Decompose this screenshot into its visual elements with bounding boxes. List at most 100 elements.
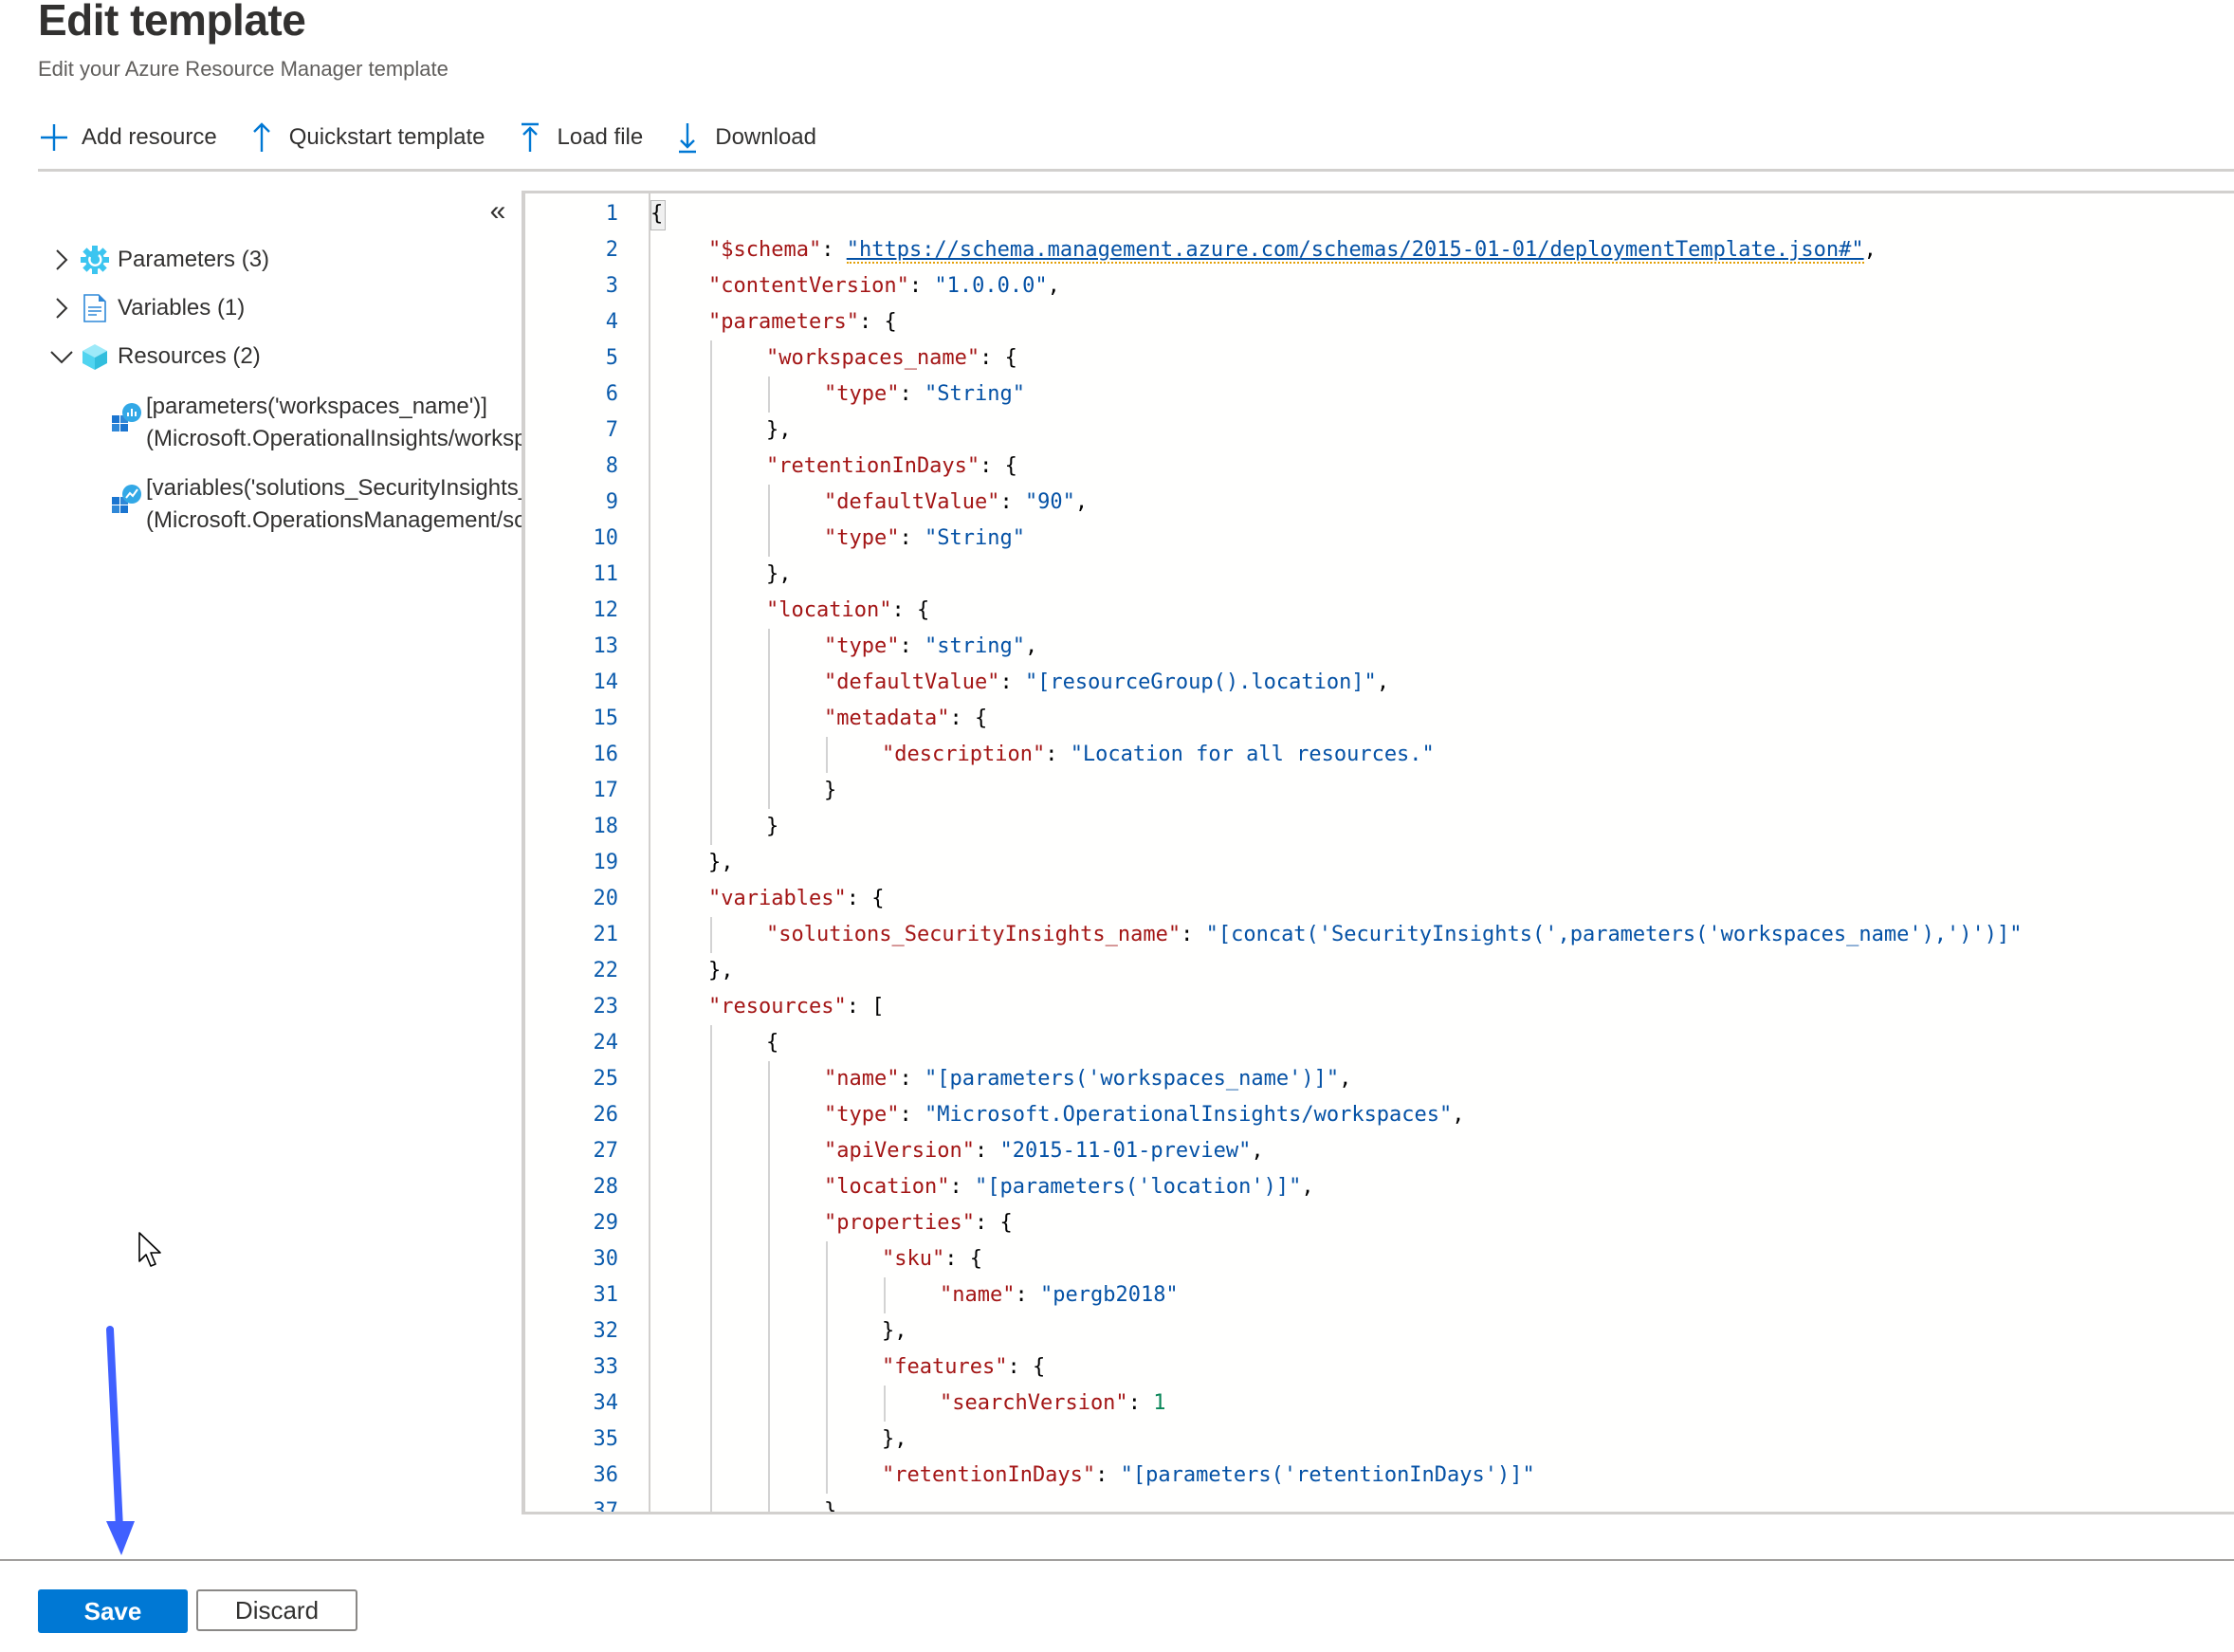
json-key: "parameters" (708, 310, 859, 334)
collapse-sidebar-button[interactable]: « (482, 195, 514, 228)
code-line[interactable]: "solutions_SecurityInsights_name": "[con… (766, 917, 2023, 953)
code-line[interactable]: }, (882, 1313, 907, 1349)
json-punctuation: : (999, 490, 1025, 514)
code-line[interactable]: "type": "string", (824, 629, 1037, 665)
discard-button[interactable]: Discard (196, 1589, 357, 1631)
code-line[interactable]: "apiVersion": "2015-11-01-preview", (824, 1133, 1264, 1169)
line-number: 34 (593, 1391, 619, 1415)
line-number: 18 (593, 815, 619, 838)
code-line[interactable]: "type": "String" (824, 521, 1025, 557)
code-line[interactable]: { (766, 1025, 778, 1061)
code-line[interactable]: "contentVersion": "1.0.0.0", (708, 268, 1060, 304)
json-punctuation: : (974, 1139, 1000, 1163)
code-line[interactable]: "properties": { (824, 1205, 1013, 1241)
line-number: 30 (593, 1247, 619, 1271)
code-line[interactable]: "parameters": { (708, 304, 897, 340)
resource-item-workspace[interactable]: [parameters('workspaces_name')] (Microso… (110, 391, 522, 457)
code-line[interactable]: "variables": { (708, 881, 884, 917)
indent-guide (826, 1241, 828, 1494)
json-punctuation: } (824, 1499, 837, 1514)
code-line[interactable]: "defaultValue": "90", (824, 485, 1088, 521)
chevron-right-icon[interactable] (47, 246, 76, 274)
tree-node-variables[interactable]: Variables (1) (47, 293, 245, 323)
indent-guide (884, 1277, 886, 1313)
resource-item-solution[interactable]: [variables('solutions_SecurityInsights_n… (110, 472, 522, 539)
code-line[interactable]: }, (708, 953, 734, 989)
arrow-up-icon (246, 121, 278, 154)
add-resource-label: Add resource (82, 124, 217, 150)
code-line[interactable]: } (766, 809, 778, 845)
code-line[interactable]: "location": { (766, 593, 929, 629)
code-line[interactable]: "location": "[parameters('location')]", (824, 1169, 1314, 1205)
resource-item-type: (Microsoft.OperationalInsights/workspace… (146, 426, 522, 451)
code-line[interactable]: "resources": [ (708, 989, 884, 1025)
tree-node-parameters[interactable]: Parameters (3) (47, 245, 269, 275)
quickstart-template-button[interactable]: Quickstart template (246, 121, 485, 154)
load-file-label: Load file (557, 124, 644, 150)
chevron-right-icon[interactable] (47, 294, 76, 322)
json-key: "type" (824, 1103, 900, 1127)
json-key: "variables" (708, 887, 847, 910)
code-line[interactable]: } (824, 773, 836, 809)
json-string: "[parameters('location')]" (974, 1175, 1302, 1199)
line-number: 31 (593, 1283, 619, 1307)
save-button[interactable]: Save (38, 1589, 188, 1633)
json-key: "features" (882, 1355, 1008, 1379)
code-line[interactable]: "workspaces_name": { (766, 340, 1017, 376)
code-area[interactable]: { "$schema": "https://schema.management.a… (650, 193, 2234, 1512)
json-string: "[parameters('retentionInDays')]" (1120, 1463, 1535, 1487)
json-number: 1 (1153, 1391, 1166, 1415)
code-line[interactable]: "type": "Microsoft.OperationalInsights/w… (824, 1097, 1465, 1133)
code-line[interactable]: "description": "Location for all resourc… (882, 737, 1435, 773)
code-line[interactable]: }, (708, 845, 734, 881)
code-line[interactable]: "retentionInDays": "[parameters('retenti… (882, 1458, 1535, 1494)
tree-node-resources[interactable]: Resources (2) (47, 341, 261, 372)
code-line[interactable]: { (650, 196, 663, 232)
code-line[interactable]: "searchVersion": 1 (940, 1386, 1165, 1422)
download-button[interactable]: Download (671, 121, 816, 154)
indent-guide (710, 340, 712, 845)
json-key: "name" (940, 1283, 1016, 1307)
json-key: "properties" (824, 1211, 975, 1235)
code-line[interactable]: "sku": { (882, 1241, 982, 1277)
code-line[interactable]: "retentionInDays": { (766, 449, 1017, 485)
code-line[interactable]: "type": "String" (824, 376, 1025, 413)
json-key: "type" (824, 634, 900, 658)
code-line[interactable]: "features": { (882, 1349, 1045, 1386)
json-key: "defaultValue" (824, 670, 1000, 694)
json-string: "String" (924, 382, 1025, 406)
code-line[interactable]: }, (766, 557, 792, 593)
code-line[interactable]: "$schema": "https://schema.management.az… (708, 232, 1877, 268)
json-key: "contentVersion" (708, 274, 909, 298)
load-file-button[interactable]: Load file (514, 121, 644, 154)
add-resource-button[interactable]: Add resource (38, 121, 217, 154)
code-editor[interactable]: 1 2 3 4 5 6 7 8 9 10 11 12 13 14 15 16 17 18 19 20 21 22 23 24 2… (522, 191, 2234, 1514)
json-key: "metadata" (824, 707, 950, 730)
code-line[interactable]: }, (766, 413, 792, 449)
json-key: "retentionInDays" (766, 454, 980, 478)
code-line[interactable]: }, (882, 1422, 907, 1458)
json-punctuation: } (766, 815, 779, 838)
code-line[interactable]: "name": "pergb2018" (940, 1277, 1179, 1313)
line-number: 33 (593, 1355, 619, 1379)
line-number: 8 (605, 454, 618, 478)
code-line[interactable]: "metadata": { (824, 701, 987, 737)
json-key: "type" (824, 526, 900, 550)
json-string: "Microsoft.OperationalInsights/workspace… (924, 1103, 1453, 1127)
code-line[interactable]: } (824, 1494, 837, 1514)
line-number: 5 (605, 346, 618, 370)
json-punctuation: : (1045, 743, 1071, 766)
json-punctuation: }, (708, 959, 734, 982)
chevron-down-icon[interactable] (47, 342, 76, 371)
line-number: 11 (593, 562, 619, 586)
line-number: 22 (593, 959, 619, 982)
line-number: 20 (593, 887, 619, 910)
json-key: "name" (824, 1067, 900, 1091)
indent-guide (768, 376, 770, 413)
code-line[interactable]: "name": "[parameters('workspaces_name')]… (824, 1061, 1351, 1097)
json-string: "[resourceGroup().location]" (1024, 670, 1377, 694)
page-title: Edit template (38, 0, 306, 45)
json-punctuation: { (766, 1031, 779, 1055)
code-line[interactable]: "defaultValue": "[resourceGroup().locati… (824, 665, 1389, 701)
json-punctuation: : (899, 526, 925, 550)
